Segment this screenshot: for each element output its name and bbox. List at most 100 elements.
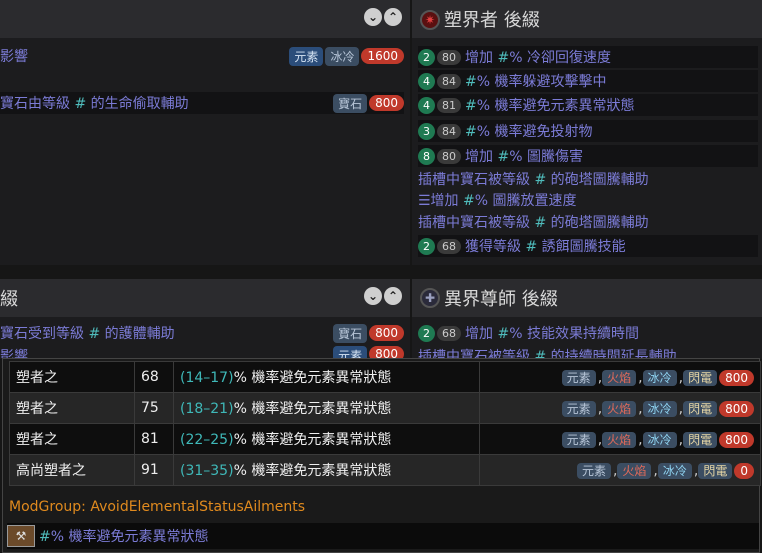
weight-badge: 800	[719, 369, 754, 386]
list-item[interactable]: 插槽中寶石被等級 # 的持續時間延長輔助	[418, 346, 758, 358]
hammer-icon: ⚒	[7, 525, 35, 547]
mod-label: #% 機率避免投射物	[465, 124, 593, 140]
footer-label: #% 機率避免元素異常狀態	[39, 529, 209, 545]
chevron-up-icon[interactable]: ⌃	[384, 8, 402, 26]
mod-label: 寶石受到等級 # 的護體輔助	[0, 326, 175, 342]
tier-stat: (22–25)% 機率避免元素異常狀態	[172, 423, 481, 455]
placeholder-hash: #	[534, 172, 547, 188]
tier-badge: 8	[418, 147, 435, 165]
mod-label: 寶石由等級 # 的生命偷取輔助	[0, 96, 189, 112]
tag-badge: 元素	[561, 431, 596, 448]
tier-tags: 元素, 火焰, 冰冷, 閃電 800	[479, 361, 761, 393]
mod-label: 影響	[0, 349, 28, 358]
tag-badge: 閃電	[683, 400, 718, 417]
stat-range: (18–21)	[180, 401, 234, 417]
tier-name: 高尚塑者之	[9, 454, 135, 486]
tier-level: 81	[134, 423, 174, 455]
list-item[interactable]: 8 80 增加 #% 圖騰傷害	[418, 145, 758, 167]
collapse-controls: ⌄ ⌃	[364, 287, 402, 305]
tag-separator: ,	[638, 431, 643, 448]
list-item[interactable]: 寶石受到等級 # 的護體輔助 寶石 800	[0, 322, 404, 344]
tier-table: 塑者之 68 (14–17)% 機率避免元素異常狀態 元素, 火焰, 冰冷, 閃電 800 塑者…	[9, 361, 761, 486]
tier-name: 塑者之	[9, 423, 135, 455]
tag-badge: 火焰	[617, 462, 652, 479]
mod-label: 增加 #% 圖騰傷害	[465, 149, 583, 165]
table-row[interactable]: 塑者之 68 (14–17)% 機率避免元素異常狀態 元素, 火焰, 冰冷, 閃電 800	[9, 361, 761, 393]
weight-badge: 800	[369, 325, 404, 341]
mod-label: #% 機率躲避攻擊擊中	[465, 74, 607, 90]
mod-label: 插槽中寶石被等級 # 的砲塔圖騰輔助	[418, 172, 649, 188]
stat-range: (31–35)	[180, 463, 234, 479]
shaper-emblem-icon: ✷	[420, 10, 440, 30]
level-badge: 81	[437, 97, 461, 113]
tag-badge: 冰冷	[642, 400, 677, 417]
tier-level: 68	[134, 361, 174, 393]
mod-label: 插槽中寶石被等級 # 的持續時間延長輔助	[418, 346, 677, 358]
list-item[interactable]: 2 68 增加 #% 技能效果持續時間	[418, 322, 758, 344]
tag-badge: 閃電	[698, 462, 733, 479]
list-item[interactable]: 2 68 獲得等級 # 誘餌圖騰技能	[418, 235, 758, 257]
list-item[interactable]: 影響 元素 冰冷 1600	[0, 45, 404, 67]
tier-badge: 4	[418, 96, 435, 114]
list-item[interactable]: 影響 元素 800	[0, 346, 404, 358]
list-item[interactable]: 4 81 #% 機率避免元素異常狀態	[418, 94, 758, 116]
weight-badge: 800	[369, 95, 404, 111]
placeholder-hash: #	[39, 529, 51, 545]
mod-label: #% 機率避免元素異常狀態	[465, 98, 635, 114]
tag-badge: 元素	[333, 346, 368, 358]
tier-badge: 3	[418, 122, 435, 140]
tag-badge: 火焰	[602, 400, 637, 417]
placeholder-hash: #	[497, 326, 510, 342]
weight-badge: 1600	[361, 48, 404, 64]
tier-name: 塑者之	[9, 361, 135, 393]
chevron-down-icon[interactable]: ⌄	[364, 8, 382, 26]
placeholder-hash: #	[534, 215, 547, 231]
tag-badge: 元素	[576, 462, 611, 479]
placeholder-hash: #	[465, 98, 477, 114]
tag-badge: 冰冷	[657, 462, 692, 479]
list-item[interactable]: 4 84 #% 機率躲避攻擊擊中	[418, 70, 758, 92]
table-row[interactable]: 塑者之 81 (22–25)% 機率避免元素異常狀態 元素, 火焰, 冰冷, 閃電 800	[9, 423, 761, 455]
level-badge: 84	[437, 123, 461, 139]
chevron-down-icon[interactable]: ⌄	[364, 287, 382, 305]
level-badge: 68	[437, 325, 461, 341]
bottom-right-header: ✚ 異界尊師 後綴	[412, 279, 762, 317]
tier-tags: 元素, 火焰, 冰冷, 閃電 800	[479, 392, 761, 424]
tier-stat: (18–21)% 機率避免元素異常狀態	[172, 392, 481, 424]
tier-tags: 元素, 火焰, 冰冷, 閃電 800	[479, 423, 761, 455]
list-item[interactable]: 插槽中寶石被等級 # 的砲塔圖騰輔助	[418, 168, 758, 190]
list-item[interactable]: ☰增加 #% 圖騰放置速度	[418, 189, 758, 211]
chevron-up-icon[interactable]: ⌃	[384, 287, 402, 305]
list-item[interactable]: 3 84 #% 機率避免投射物	[418, 120, 758, 142]
popup-footer: ⚒ #% 機率避免元素異常狀態	[7, 523, 759, 549]
placeholder-hash: #	[497, 50, 510, 66]
stat-text: % 機率避免元素異常狀態	[233, 370, 392, 386]
placeholder-hash: #	[463, 193, 475, 209]
tier-name: 塑者之	[9, 392, 135, 424]
stat-range: (14–17)	[180, 370, 234, 386]
list-item[interactable]: 插槽中寶石被等級 # 的砲塔圖騰輔助	[418, 211, 758, 233]
table-row[interactable]: 高尚塑者之 91 (31–35)% 機率避免元素異常狀態 元素, 火焰, 冰冷, 閃電 0	[9, 454, 761, 486]
table-row[interactable]: 塑者之 75 (18–21)% 機率避免元素異常狀態 元素, 火焰, 冰冷, 閃電 800	[9, 392, 761, 424]
list-item[interactable]: 寶石由等級 # 的生命偷取輔助 寶石 800	[0, 92, 404, 114]
panel-title: 綴	[0, 289, 18, 310]
tag-badge: 冰冷	[642, 369, 677, 386]
tag-badge: 冰冷	[642, 431, 677, 448]
modgroup-label: ModGroup: AvoidElementalStatusAilments	[9, 499, 306, 515]
tier-tags: 元素, 火焰, 冰冷, 閃電 0	[479, 454, 761, 486]
mod-label: 增加 #% 冷卻回復速度	[465, 50, 611, 66]
level-badge: 84	[437, 73, 461, 89]
placeholder-hash: #	[525, 239, 538, 255]
list-item[interactable]: 2 80 增加 #% 冷卻回復速度	[418, 46, 758, 68]
tag-separator: ,	[638, 400, 643, 417]
placeholder-hash: #	[465, 124, 477, 140]
tier-level: 75	[134, 392, 174, 424]
tag-badge: 寶石	[333, 323, 368, 343]
collapse-controls: ⌄ ⌃	[364, 8, 402, 26]
tag-badge: 冰冷	[325, 46, 360, 66]
stat-text: % 機率避免元素異常狀態	[233, 463, 392, 479]
weight-badge: 800	[719, 431, 754, 448]
stat-text: % 機率避免元素異常狀態	[233, 432, 392, 448]
tier-badge: 2	[418, 237, 435, 255]
tag-badge: 元素	[289, 46, 324, 66]
